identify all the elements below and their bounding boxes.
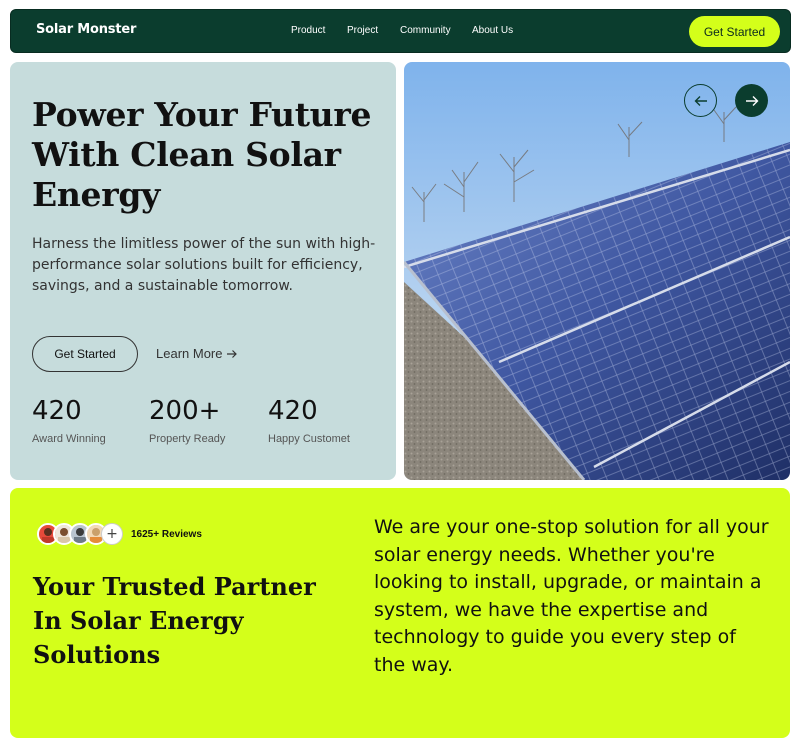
carousel-prev-button[interactable] xyxy=(684,84,717,117)
hero-get-started-button[interactable]: Get Started xyxy=(32,336,138,372)
reviews-count: 1625+ Reviews xyxy=(131,528,202,540)
stat-value: 420 xyxy=(268,396,318,426)
hero-title: Power Your Future With Clean Solar Energ… xyxy=(32,95,372,214)
stat-award-winning: 420 Award Winning xyxy=(32,395,149,445)
stat-happy-customer: 420 Happy Customet xyxy=(268,395,378,445)
reviews-badge: + 1625+ Reviews xyxy=(37,523,202,545)
hero-card: Power Your Future With Clean Solar Energ… xyxy=(10,62,396,480)
stat-value: 420 xyxy=(32,396,82,426)
stat-value: 200+ xyxy=(149,396,221,426)
nav-link-project[interactable]: Project xyxy=(347,25,400,36)
reviewer-avatars: + xyxy=(37,523,123,545)
solar-panel-illustration xyxy=(404,62,790,480)
trusted-partner-section: + 1625+ Reviews Your Trusted Partner In … xyxy=(10,488,790,738)
hero-solar-panel-image xyxy=(404,62,790,480)
navbar: Solar Monster Product Project Community … xyxy=(10,9,791,53)
learn-more-link[interactable]: Learn More xyxy=(156,346,238,361)
arrow-left-icon xyxy=(694,95,707,106)
learn-more-label: Learn More xyxy=(156,346,223,361)
stat-property-ready: 200+ Property Ready xyxy=(149,395,268,445)
nav-get-started-button[interactable]: Get Started xyxy=(689,16,780,47)
brand-logo[interactable]: Solar Monster xyxy=(36,22,136,37)
stat-label: Award Winning xyxy=(32,433,106,445)
carousel-next-button[interactable] xyxy=(735,84,768,117)
partner-description: We are your one-stop solution for all yo… xyxy=(374,516,769,676)
arrow-right-icon xyxy=(227,349,238,358)
stat-label: Property Ready xyxy=(149,433,226,445)
hero-description: Harness the limitless power of the sun w… xyxy=(32,236,376,294)
partner-title: Your Trusted Partner In Solar Energy Sol… xyxy=(33,572,316,669)
stats-row: 420 Award Winning 200+ Property Ready 42… xyxy=(32,395,378,445)
nav-links: Product Project Community About Us xyxy=(291,25,532,36)
add-icon[interactable]: + xyxy=(101,523,123,545)
stat-label: Happy Customet xyxy=(268,433,350,445)
nav-link-about-us[interactable]: About Us xyxy=(472,25,532,36)
nav-link-community[interactable]: Community xyxy=(400,25,472,36)
nav-link-product[interactable]: Product xyxy=(291,25,347,36)
arrow-right-icon xyxy=(745,95,758,106)
